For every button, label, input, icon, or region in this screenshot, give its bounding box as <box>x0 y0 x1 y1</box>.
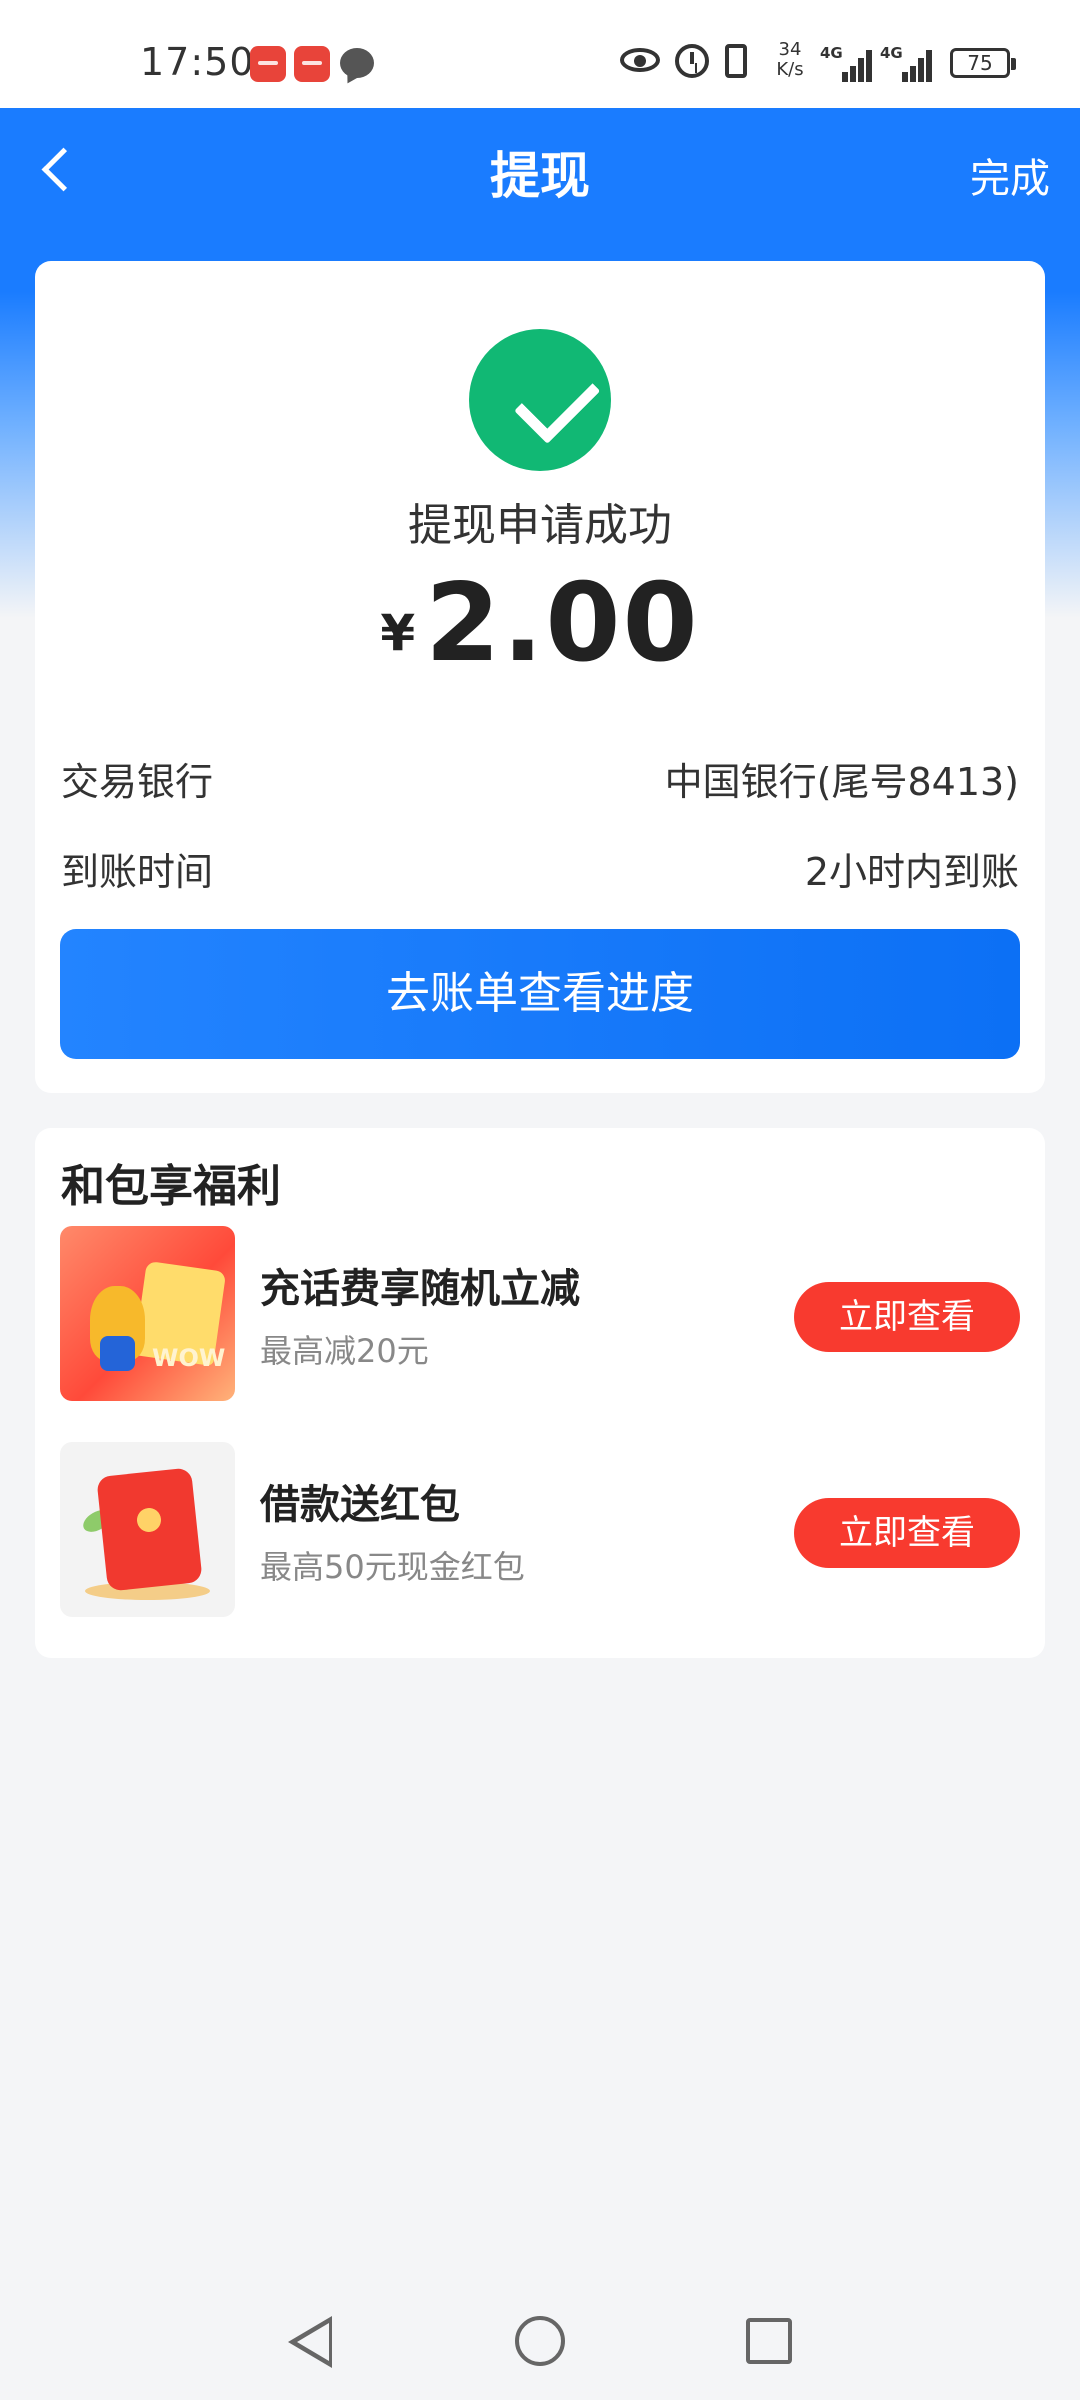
info-value: 2小时内到账 <box>804 850 1019 894</box>
message-notification-icon <box>340 48 374 78</box>
huawei-app-notification-icon <box>294 46 330 82</box>
info-label: 到账时间 <box>61 850 214 894</box>
system-navigation-bar <box>0 2280 1080 2400</box>
info-row-bank: 交易银行 中国银行(尾号8413) <box>61 751 1019 804</box>
vibrate-icon <box>725 44 747 78</box>
success-check-icon <box>469 329 611 471</box>
phone-recharge-promo-image: WOW <box>60 1226 235 1401</box>
view-bill-progress-button[interactable]: 去账单查看进度 <box>60 929 1020 1059</box>
benefit-desc: 最高减20元 <box>260 1332 429 1370</box>
signal-2-icon: 4G <box>880 44 934 82</box>
withdraw-result-card: 提现申请成功 ¥2.00 交易银行 中国银行(尾号8413) 到账时间 2小时内… <box>35 261 1045 1093</box>
network-speed: 34 K/s <box>768 40 812 80</box>
page-title: 提现 <box>490 147 590 205</box>
status-bar: 17:50 34 K/s 4G 4G 75 <box>0 0 1080 108</box>
status-time: 17:50 <box>140 40 255 84</box>
benefits-title: 和包享福利 <box>61 1161 281 1212</box>
currency-symbol: ¥ <box>380 604 416 662</box>
network-speed-value: 34 <box>778 39 802 60</box>
system-recents-icon[interactable] <box>746 2318 792 2364</box>
view-now-button[interactable]: 立即查看 <box>794 1282 1020 1352</box>
done-button[interactable]: 完成 <box>970 146 1050 204</box>
amount: ¥2.00 <box>35 561 1045 686</box>
eye-comfort-icon <box>620 48 660 72</box>
system-home-icon[interactable] <box>515 2316 565 2366</box>
signal-1-label: 4G <box>820 44 843 62</box>
red-envelope-promo-image <box>60 1442 235 1617</box>
alarm-icon <box>675 44 709 78</box>
info-label: 交易银行 <box>61 760 214 804</box>
huawei-app-notification-icon <box>250 46 286 82</box>
benefit-item-loan-red-packet[interactable]: 借款送红包 最高50元现金红包 立即查看 <box>60 1442 1020 1617</box>
info-row-arrival-time: 到账时间 2小时内到账 <box>61 841 1019 894</box>
promo-badge: WOW <box>152 1344 226 1372</box>
benefit-name: 借款送红包 <box>260 1482 460 1528</box>
benefits-card: 和包享福利 WOW 充话费享随机立减 最高减20元 立即查看 借款送红包 最高5… <box>35 1128 1045 1658</box>
battery-icon: 75 <box>950 48 1016 78</box>
benefit-name: 充话费享随机立减 <box>260 1266 580 1312</box>
network-speed-unit: K/s <box>776 59 804 80</box>
benefit-item-phone-recharge[interactable]: WOW 充话费享随机立减 最高减20元 立即查看 <box>60 1226 1020 1401</box>
signal-2-label: 4G <box>880 44 903 62</box>
system-back-icon[interactable] <box>288 2316 332 2368</box>
view-now-button[interactable]: 立即查看 <box>794 1498 1020 1568</box>
signal-1-icon: 4G <box>820 44 874 82</box>
amount-value: 2.00 <box>425 561 700 686</box>
result-status-text: 提现申请成功 <box>408 500 672 551</box>
info-value: 中国银行(尾号8413) <box>664 760 1019 804</box>
benefit-desc: 最高50元现金红包 <box>260 1548 525 1586</box>
